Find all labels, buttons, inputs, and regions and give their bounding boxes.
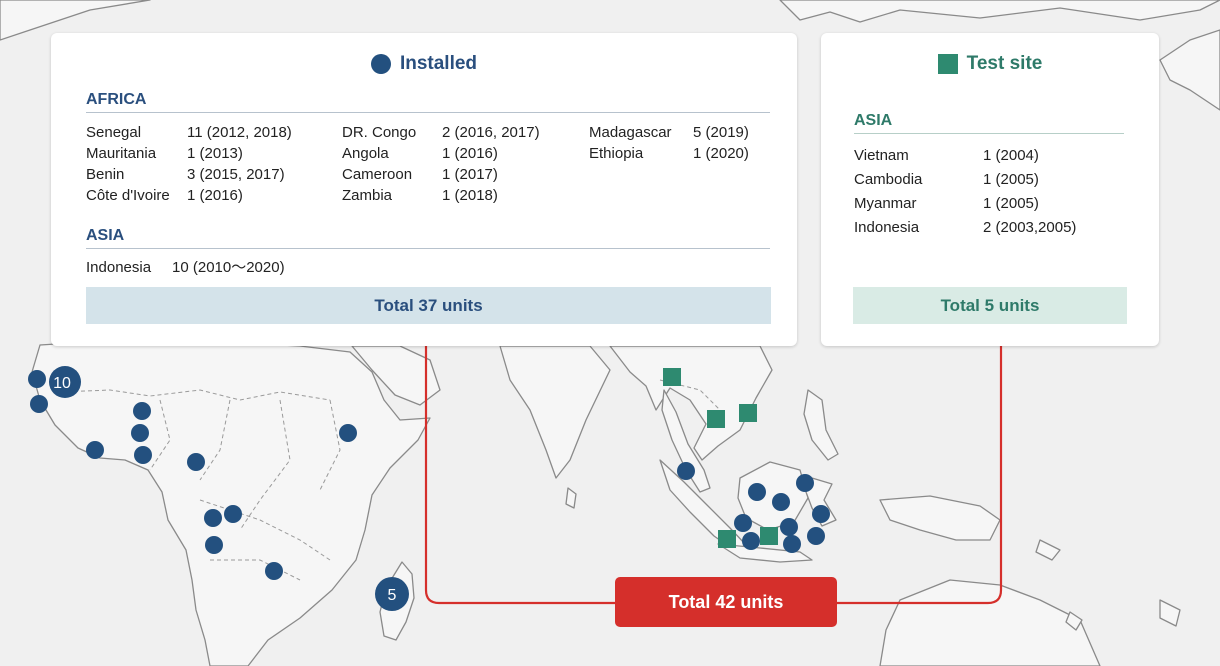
installed-marker (748, 483, 766, 501)
test-site-marker (663, 368, 681, 386)
installed-marker (131, 424, 149, 442)
list-item: Zambia 1 (2018) (342, 185, 540, 206)
unit-count: 1 (2016) (442, 145, 498, 162)
installed-heading: Installed (51, 53, 797, 75)
test-site-marker (707, 410, 725, 428)
country-name: DR. Congo (342, 124, 417, 141)
installed-marker (28, 370, 46, 388)
senegal-marker-label: 10 (53, 375, 71, 392)
installed-marker (86, 441, 104, 459)
unit-count: 1 (2016) (187, 187, 243, 204)
asia-region-title: ASIA (86, 227, 770, 249)
installed-marker (742, 532, 760, 550)
grand-total-badge: Total 42 units (615, 577, 837, 627)
list-item: Cameroon 1 (2017) (342, 164, 540, 185)
unit-count: 1 (2017) (442, 166, 498, 183)
installed-heading-label: Installed (399, 53, 478, 74)
unit-count: 2 (2016, 2017) (442, 124, 540, 141)
list-item: Indonesia 2 (2003,2005) (854, 216, 1076, 240)
country-name: Angola (342, 145, 389, 162)
list-item: DR. Congo 2 (2016, 2017) (342, 122, 540, 143)
unit-count: 3 (2015, 2017) (187, 166, 285, 183)
africa-region-title: AFRICA (86, 91, 770, 113)
installed-total-bar: Total 37 units (86, 287, 771, 324)
country-name: Cameroon (342, 166, 413, 183)
unit-count: 11 (2012, 2018) (187, 124, 292, 141)
installed-marker (734, 514, 752, 532)
unit-count: 10 (2010～2020) (172, 259, 285, 276)
africa-column-3: Madagascar 5 (2019) Ethiopia 1 (2020) (589, 122, 749, 164)
test-site-marker (760, 527, 778, 545)
installed-marker (133, 402, 151, 420)
unit-count: 1 (2005) (983, 171, 1039, 188)
asia-column: Indonesia 10 (2010～2020) (86, 257, 285, 278)
country-name: Ethiopia (589, 145, 644, 162)
list-item: Ethiopia 1 (2020) (589, 143, 749, 164)
list-item: Madagascar 5 (2019) (589, 122, 749, 143)
unit-count: 1 (2018) (442, 187, 498, 204)
installed-marker (224, 505, 242, 523)
installed-marker (265, 562, 283, 580)
installed-marker (339, 424, 357, 442)
test-site-total-bar: Total 5 units (853, 287, 1127, 324)
test-site-marker (739, 404, 757, 422)
unit-count: 2 (2003,2005) (983, 219, 1077, 236)
installed-marker (677, 462, 695, 480)
list-item: Vietnam 1 (2004) (854, 144, 1076, 168)
installed-marker (807, 527, 825, 545)
installed-marker (783, 535, 801, 553)
installed-markers: 10 5 (28, 366, 830, 611)
africa-column-2: DR. Congo 2 (2016, 2017) Angola 1 (2016) C… (342, 122, 540, 206)
list-item: Indonesia 10 (2010～2020) (86, 257, 285, 278)
country-name: Madagascar (589, 124, 672, 141)
list-item: Angola 1 (2016) (342, 143, 540, 164)
country-name: Indonesia (86, 259, 152, 276)
installed-marker (796, 474, 814, 492)
country-name: Mauritania (86, 145, 157, 162)
list-item: Cambodia 1 (2005) (854, 168, 1076, 192)
square-marker-icon (937, 54, 958, 74)
installed-marker (204, 509, 222, 527)
unit-count: 1 (2013) (187, 145, 243, 162)
installed-marker (812, 505, 830, 523)
country-name: Senegal (86, 124, 142, 141)
list-item: Myanmar 1 (2005) (854, 192, 1076, 216)
installed-marker (30, 395, 48, 413)
installed-marker (205, 536, 223, 554)
unit-count: 5 (2019) (693, 124, 749, 141)
list-item: Senegal 11 (2012, 2018) (86, 122, 292, 143)
unit-count: 1 (2020) (693, 145, 749, 162)
madagascar-marker-label: 5 (388, 587, 397, 604)
country-name: Indonesia (854, 219, 920, 236)
test-site-asia-list: Vietnam 1 (2004) Cambodia 1 (2005) Myanmar… (854, 144, 1076, 240)
list-item: Benin 3 (2015, 2017) (86, 164, 292, 185)
unit-count: 1 (2004) (983, 147, 1039, 164)
test-site-panel: Test site ASIA Vietnam 1 (2004) Cambodia 1… (821, 33, 1159, 346)
africa-column-1: Senegal 11 (2012, 2018) Mauritania 1 (2013… (86, 122, 292, 206)
country-name: Cambodia (854, 171, 923, 188)
list-item: Côte d'Ivoire 1 (2016) (86, 185, 292, 206)
installed-panel: Installed AFRICA Senegal 11 (2012, 2018) … (51, 33, 797, 346)
country-name: Myanmar (854, 195, 917, 212)
test-site-markers (663, 368, 778, 548)
country-name: Vietnam (854, 147, 909, 164)
test-site-marker (718, 530, 736, 548)
installed-marker (780, 518, 798, 536)
test-site-asia-title: ASIA (854, 112, 1124, 134)
installed-marker (187, 453, 205, 471)
circle-marker-icon (370, 54, 391, 74)
list-item: Mauritania 1 (2013) (86, 143, 292, 164)
country-name: Zambia (342, 187, 393, 204)
installed-marker (134, 446, 152, 464)
test-site-heading-label: Test site (966, 53, 1043, 74)
unit-count: 1 (2005) (983, 195, 1039, 212)
country-name: Benin (86, 166, 125, 183)
test-site-heading: Test site (821, 53, 1159, 75)
country-name: Côte d'Ivoire (86, 187, 170, 204)
installed-marker (772, 493, 790, 511)
